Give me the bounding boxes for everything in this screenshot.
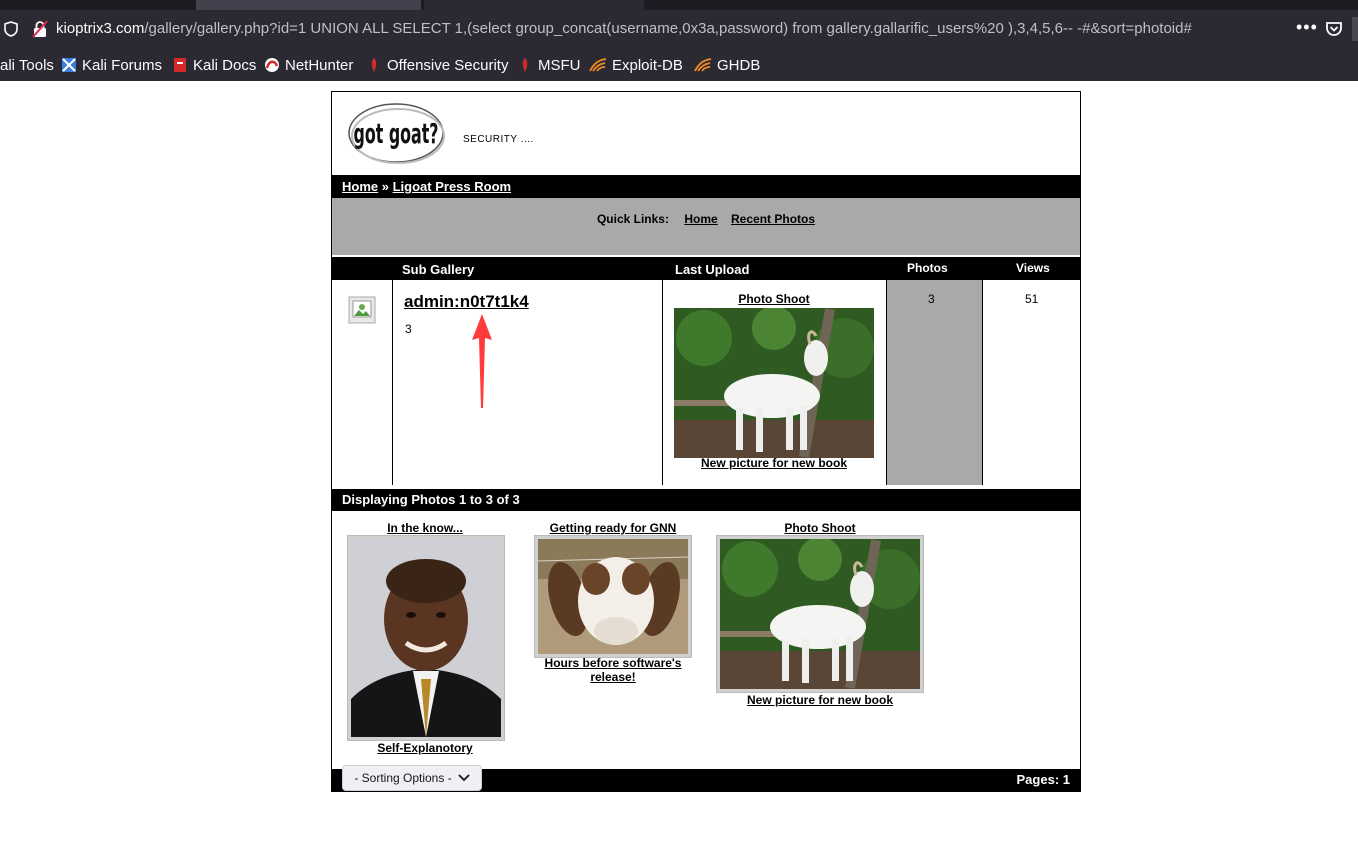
quick-links-label: Quick Links: (596, 212, 669, 226)
photo-title[interactable]: In the know... (346, 521, 504, 535)
url-host: kioptrix3.com (56, 20, 145, 37)
bookmark-kali-docs[interactable]: Kali Docs (172, 54, 256, 76)
ghdb-icon (694, 58, 712, 72)
bookmark-label: NetHunter (285, 56, 354, 74)
gallery-page: got goat? SECURITY .... Home » Ligoat Pr… (331, 91, 1081, 792)
msfu-icon (522, 58, 528, 72)
divider (662, 280, 663, 485)
photo-thumbnail[interactable] (534, 535, 692, 658)
last-upload-caption[interactable]: New picture for new book (674, 456, 874, 470)
sub-gallery-count: 3 (405, 322, 412, 336)
photo-caption[interactable]: New picture for new book (716, 693, 924, 707)
divider (886, 280, 887, 485)
portrait-photo-icon (351, 539, 501, 737)
bookmark-msfu[interactable]: MSFU (517, 54, 581, 76)
bookmark-kali-forums[interactable]: Kali Forums (61, 54, 162, 76)
photo-thumbnail[interactable] (716, 535, 924, 693)
header-views: Views (1016, 261, 1050, 275)
svg-text:got goat?: got goat? (354, 119, 439, 150)
bookmark-offensive-security[interactable]: Offensive Security (366, 54, 508, 76)
site-slogan: SECURITY .... (463, 134, 534, 145)
quick-link-home[interactable]: Home (684, 212, 717, 226)
nethunter-icon (265, 58, 279, 72)
sorting-options-label: - Sorting Options - (354, 771, 452, 785)
photo-title[interactable]: Photo Shoot (716, 521, 924, 535)
table-row: admin:n0t7t1k4 3 Photo Shoot New picture… (332, 280, 1080, 485)
header-photos: Photos (907, 261, 948, 275)
bookmark-label: GHDB (717, 56, 761, 74)
bookmark-label: MSFU (538, 56, 581, 74)
pages-label: Pages: 1 (1016, 772, 1070, 787)
bookmark-label: Exploit-DB (612, 56, 683, 74)
bookmark-exploit-db[interactable]: Exploit-DB (589, 54, 683, 76)
gallery-table-header: Sub Gallery Last Upload Photos Views (332, 257, 1080, 280)
photo-title[interactable]: Getting ready for GNN (532, 521, 694, 535)
bookmark-nethunter[interactable]: NetHunter (264, 54, 353, 76)
photos-column-bg (886, 280, 982, 485)
header-last-upload: Last Upload (675, 262, 750, 277)
bookmark-kali-tools[interactable]: ali Tools (0, 54, 54, 76)
photo-caption[interactable]: Self-Explanotory (346, 741, 504, 755)
kali-forums-icon (62, 58, 76, 72)
breadcrumb-current-link[interactable]: Ligoat Press Room (393, 179, 511, 194)
background-tab[interactable] (424, 0, 644, 10)
active-tab[interactable] (196, 0, 421, 10)
divider (392, 280, 393, 485)
kali-docs-icon (174, 58, 186, 72)
gallery-folder-icon[interactable] (348, 296, 376, 324)
breadcrumb-home-link[interactable]: Home (342, 179, 378, 194)
header-sub-gallery: Sub Gallery (402, 262, 475, 277)
pocket-icon[interactable] (1325, 20, 1343, 38)
tab-strip (0, 0, 1358, 10)
page-actions-menu[interactable]: ••• (1296, 17, 1318, 38)
shield-icon[interactable] (4, 21, 18, 37)
arrow-icon (472, 314, 492, 408)
bookmark-label: Kali Docs (193, 56, 257, 74)
got-goat-logo[interactable]: got goat? (347, 102, 445, 164)
bookmarks-toolbar: ali Tools Kali Forums Kali Docs NetHunte… (0, 52, 1358, 78)
photo-caption[interactable]: Hours before software's release! (532, 656, 694, 684)
browser-chrome: kioptrix3.com/gallery/gallery.php?id=1 U… (0, 0, 1358, 81)
bookmark-label: ali Tools (0, 56, 54, 74)
last-upload-title[interactable]: Photo Shoot (674, 292, 874, 306)
bookmark-label: Kali Forums (82, 56, 163, 74)
insecure-lock-icon[interactable] (31, 20, 49, 38)
divider (982, 280, 983, 485)
display-count-bar: Displaying Photos 1 to 3 of 3 (332, 489, 1080, 511)
photos-count: 3 (928, 292, 935, 306)
sub-gallery-link[interactable]: admin:n0t7t1k4 (404, 292, 529, 312)
url-text[interactable]: kioptrix3.com/gallery/gallery.php?id=1 U… (56, 20, 1192, 37)
white-goat-photo-icon (720, 539, 920, 689)
address-bar[interactable]: kioptrix3.com/gallery/gallery.php?id=1 U… (0, 13, 1358, 47)
display-count-label: Displaying Photos 1 to 3 of 3 (342, 492, 520, 507)
views-count: 51 (1025, 292, 1039, 306)
quick-links-bar: Quick Links: Home Recent Photos (332, 198, 1080, 255)
toolbar-overflow[interactable] (1352, 17, 1358, 41)
breadcrumb: Home » Ligoat Press Room (332, 175, 1080, 198)
goat-closeup-photo-icon (538, 539, 688, 654)
bookmark-label: Offensive Security (387, 56, 509, 74)
white-goat-photo[interactable] (674, 308, 874, 458)
offsec-icon (371, 58, 377, 72)
sorting-options-select[interactable]: - Sorting Options - (342, 765, 482, 791)
quick-link-recent-photos[interactable]: Recent Photos (731, 212, 815, 226)
breadcrumb-separator: » (381, 179, 389, 194)
url-path: /gallery/gallery.php?id=1 UNION ALL SELE… (144, 20, 1192, 37)
bookmark-ghdb[interactable]: GHDB (694, 54, 760, 76)
chevron-down-icon (458, 774, 470, 782)
photo-thumbnail[interactable] (347, 535, 505, 741)
exploit-db-icon (589, 58, 607, 72)
